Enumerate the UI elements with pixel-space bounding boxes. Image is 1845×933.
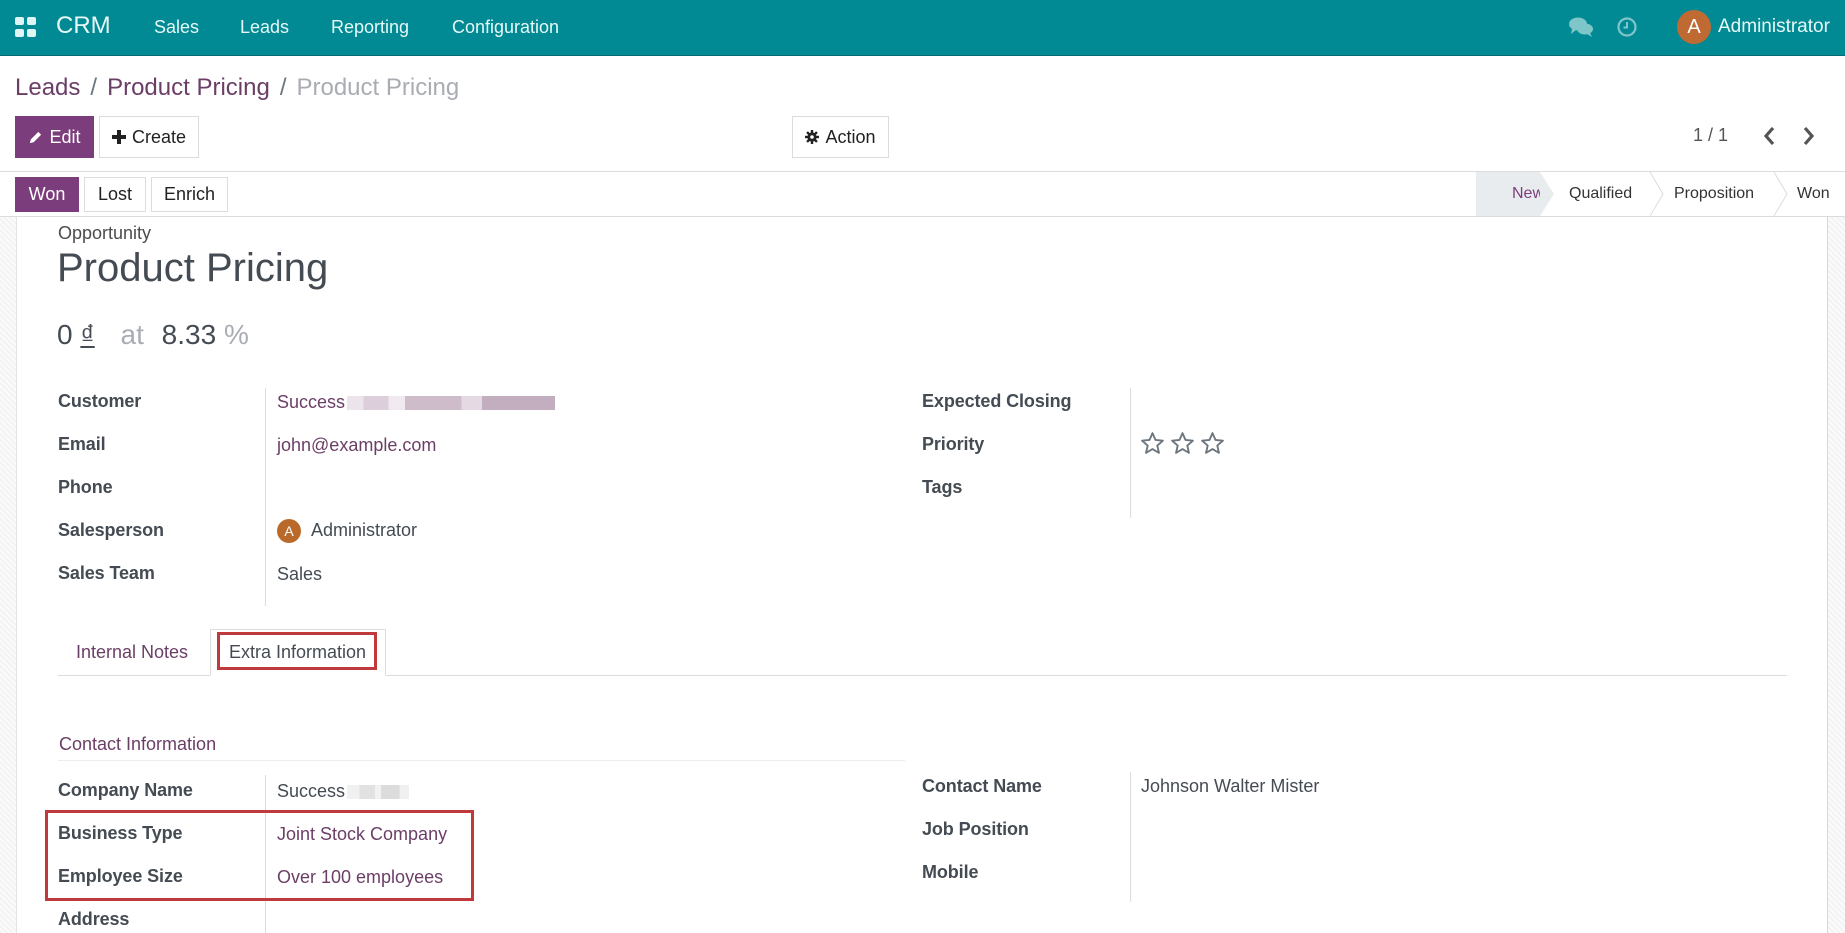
employee-size-label: Employee Size <box>58 866 183 886</box>
plus-icon <box>111 130 126 144</box>
salesperson-name: Administrator <box>311 519 418 540</box>
pager-value[interactable]: 1 / 1 <box>1693 125 1728 146</box>
breadcrumb-separator: / <box>279 74 287 101</box>
stage-won[interactable]: Won <box>1797 172 1845 216</box>
salesperson-avatar: A <box>277 519 301 543</box>
revenue-value: 0 <box>57 319 73 350</box>
action-button-label: Action <box>825 126 876 147</box>
redacted-text <box>347 396 556 411</box>
company-name: Success <box>277 781 346 801</box>
company-name-label: Company Name <box>58 780 193 800</box>
menu-reporting[interactable]: Reporting <box>331 17 409 38</box>
job-position-label: Job Position <box>922 819 1029 839</box>
stage-chevron <box>1540 172 1554 216</box>
star-icon[interactable] <box>1140 431 1165 456</box>
tags-label: Tags <box>922 477 963 497</box>
gear-icon <box>805 130 820 144</box>
menu-sales[interactable]: Sales <box>154 17 199 38</box>
expected-closing-label: Expected Closing <box>922 391 1072 411</box>
create-button[interactable]: Create <box>99 116 199 158</box>
currency-symbol: ₫ <box>80 319 95 350</box>
expected-revenue: 0 ₫ at 8.33 % <box>57 319 249 351</box>
priority-label: Priority <box>922 434 985 454</box>
email-value[interactable]: john@example.com <box>277 435 436 456</box>
email-label: Email <box>58 434 106 454</box>
top-navbar: CRM Sales Leads Reporting Configuration … <box>0 0 1845 56</box>
action-menu-button[interactable]: Action <box>792 116 889 158</box>
stage-label: Won <box>1797 185 1830 202</box>
breadcrumb: Leads / Product Pricing / Product Pricing <box>15 74 459 102</box>
contact-name-label: Contact Name <box>922 776 1042 796</box>
field-divider <box>1130 388 1131 518</box>
record-kind-label: Opportunity <box>58 223 152 243</box>
star-icon[interactable] <box>1170 431 1195 456</box>
business-type-label: Business Type <box>58 823 183 843</box>
chat-bubbles-icon[interactable] <box>1568 16 1594 38</box>
stage-label: Qualified <box>1569 185 1633 202</box>
field-divider <box>265 775 266 933</box>
phone-label: Phone <box>58 477 113 497</box>
mark-won-button[interactable]: Won <box>15 177 79 212</box>
field-divider <box>265 388 266 606</box>
clock-icon[interactable] <box>1616 16 1638 38</box>
salesperson-label: Salesperson <box>58 520 164 540</box>
breadcrumb-separator: / <box>90 74 98 101</box>
section-contact-information: Contact Information <box>59 734 217 754</box>
app-brand[interactable]: CRM <box>56 12 111 40</box>
apps-grid-icon[interactable] <box>15 17 36 37</box>
contact-name-value: Johnson Walter Mister <box>1141 776 1320 796</box>
star-icon[interactable] <box>1200 431 1225 456</box>
field-divider <box>1130 772 1131 902</box>
breadcrumb-product-pricing[interactable]: Product Pricing <box>107 74 270 101</box>
customer-name: Success <box>277 392 346 412</box>
menu-configuration[interactable]: Configuration <box>452 17 559 38</box>
customer-value[interactable]: Success <box>277 392 556 413</box>
edit-button-label: Edit <box>49 126 81 147</box>
record-title: Product Pricing <box>57 246 329 290</box>
stage-separator <box>1773 172 1788 216</box>
create-button-label: Create <box>131 126 187 147</box>
sales-team-label: Sales Team <box>58 563 155 583</box>
probability-value: 8.33 <box>161 319 217 350</box>
stage-separator <box>1649 172 1664 216</box>
at-label: at <box>120 319 144 350</box>
customer-label: Customer <box>58 391 142 411</box>
mobile-label: Mobile <box>922 862 979 882</box>
menu-leads[interactable]: Leads <box>240 17 289 38</box>
employee-size-value[interactable]: Over 100 employees <box>277 867 443 888</box>
pager-previous-button[interactable] <box>1760 124 1780 148</box>
stage-new[interactable]: New <box>1476 172 1544 216</box>
mark-lost-button[interactable]: Lost <box>84 177 146 212</box>
priority-stars <box>1140 431 1225 456</box>
business-type-value[interactable]: Joint Stock Company <box>277 824 447 845</box>
tab-extra-information[interactable]: Extra Information <box>210 629 386 676</box>
breadcrumb-leads[interactable]: Leads <box>15 74 80 101</box>
address-label: Address <box>58 909 130 929</box>
section-divider <box>58 760 905 761</box>
stage-label: Proposition <box>1674 185 1755 202</box>
redacted-text <box>347 785 410 800</box>
pager-next-button[interactable] <box>1798 124 1818 148</box>
salesperson-value[interactable]: A Administrator <box>277 519 417 543</box>
user-avatar[interactable]: A <box>1677 10 1711 44</box>
breadcrumb-current: Product Pricing <box>296 74 460 101</box>
percent-sign: % <box>223 319 249 350</box>
enrich-button[interactable]: Enrich <box>151 177 228 212</box>
company-name-value: Success <box>277 781 410 802</box>
tab-internal-notes[interactable]: Internal Notes <box>58 629 206 676</box>
status-bar: Won Lost Enrich New Qualified Propositio… <box>0 171 1845 217</box>
sales-team-value: Sales <box>277 564 323 584</box>
user-menu[interactable]: Administrator <box>1718 16 1830 38</box>
pencil-icon <box>30 131 42 143</box>
edit-button[interactable]: Edit <box>15 116 94 158</box>
